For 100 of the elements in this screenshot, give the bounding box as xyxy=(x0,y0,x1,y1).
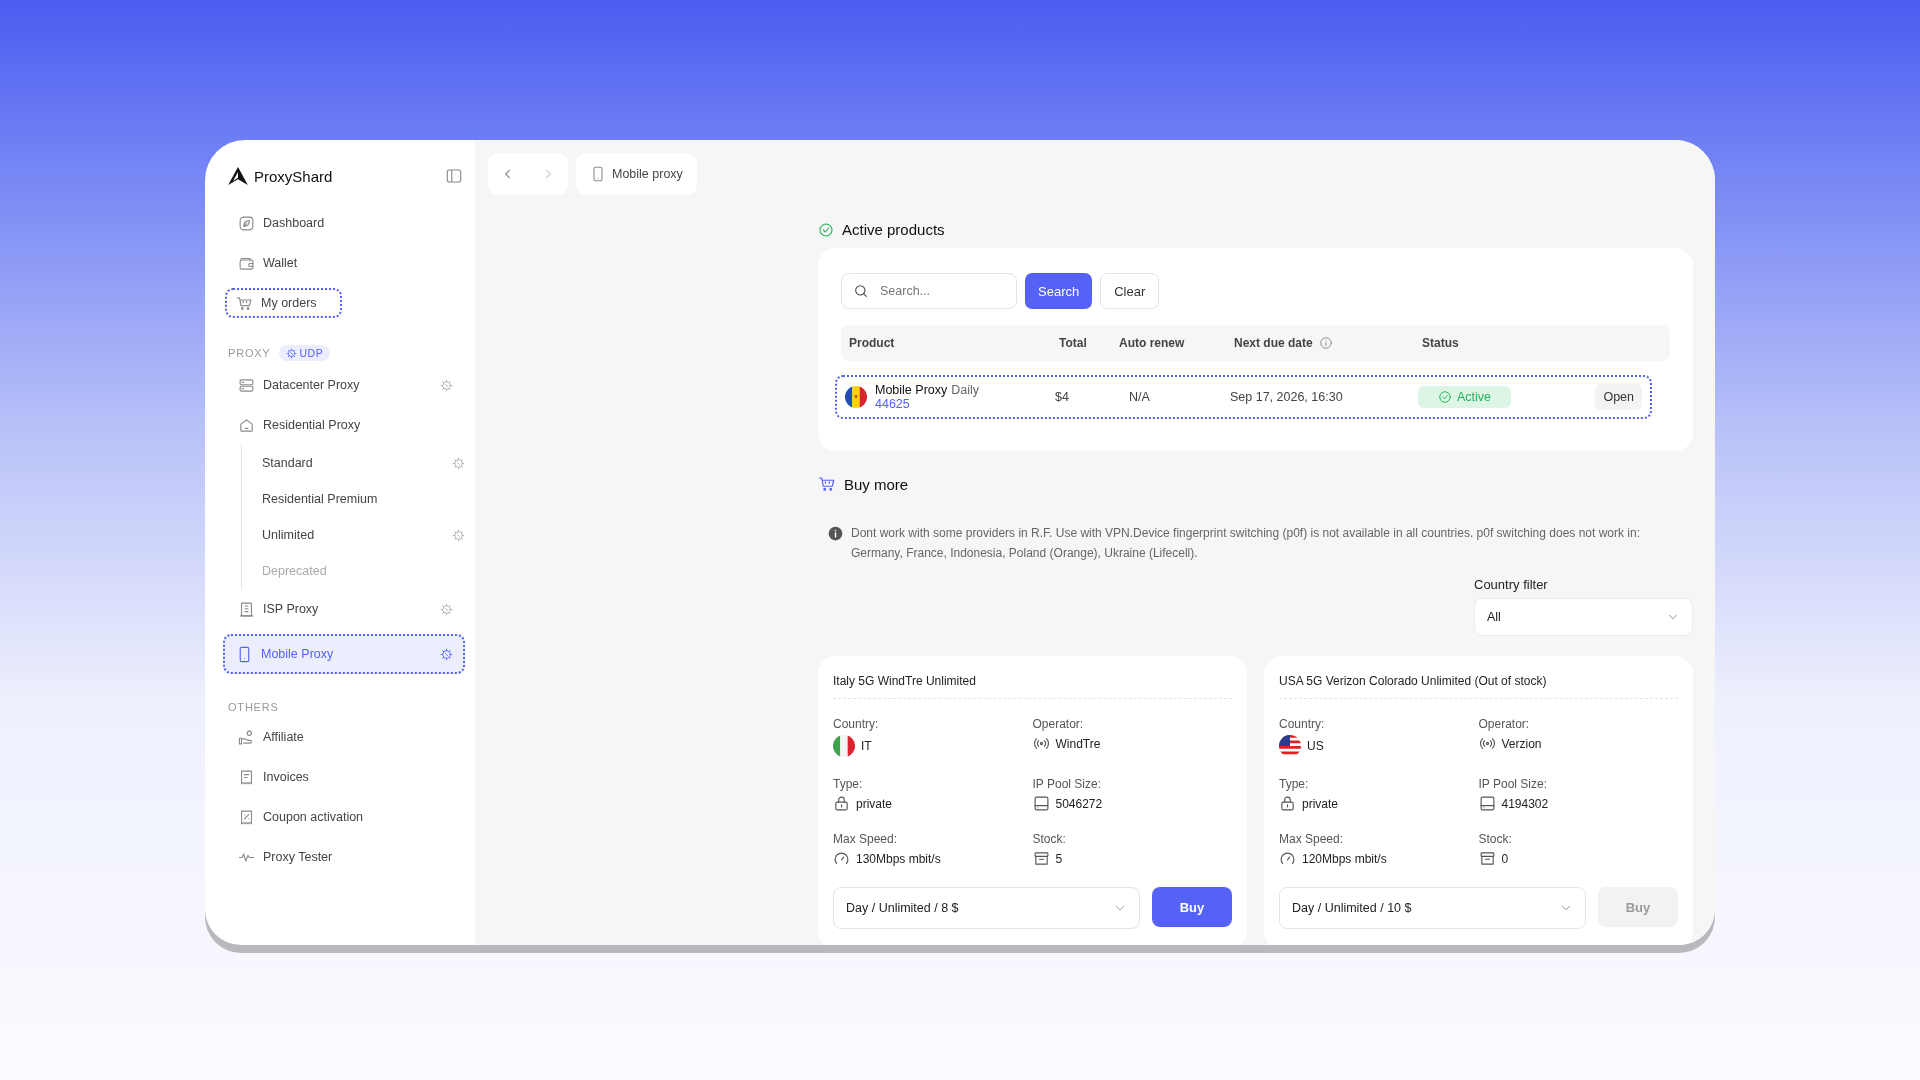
sidebar-item[interactable]: Dashboard xyxy=(230,208,465,238)
sidebar-item[interactable]: Datacenter Proxy xyxy=(230,370,465,400)
chip-icon xyxy=(285,347,297,359)
sidebar-item[interactable]: Wallet xyxy=(230,248,465,278)
lock-icon xyxy=(1279,795,1296,812)
field-value: 5 xyxy=(1055,851,1063,866)
sidebar-item[interactable]: Affiliate xyxy=(230,722,465,752)
sidebar-item[interactable]: Mobile Proxy xyxy=(223,634,465,674)
column-header: Auto renew xyxy=(1119,336,1185,350)
server-icon xyxy=(238,376,255,394)
field-label: Country: xyxy=(833,717,880,731)
field-value: 5046272 xyxy=(1055,796,1103,811)
chip-icon xyxy=(440,602,453,616)
phone-icon xyxy=(590,166,606,182)
sidebar-subitem[interactable]: Standard xyxy=(242,445,475,481)
house-icon xyxy=(238,416,255,434)
field-label: Stock: xyxy=(1032,832,1067,846)
field-value: private xyxy=(856,796,893,811)
section-title: OTHERS xyxy=(228,701,279,713)
offer-title: USA 5G Verizon Colorado Unlimited (Out of stock) xyxy=(1279,674,1678,699)
field-value: 130Mbps mbit/s xyxy=(856,851,941,866)
receipt-icon xyxy=(238,768,255,786)
search-field[interactable]: Search... xyxy=(841,273,1017,309)
box-icon xyxy=(1478,850,1496,867)
cart-icon xyxy=(236,294,253,312)
table-cell-text: N/A xyxy=(1128,390,1151,404)
drive-icon xyxy=(1478,795,1496,812)
sidebar-subitem[interactable]: Unlimited xyxy=(242,517,475,553)
field-label: Max Speed: xyxy=(1279,832,1345,846)
udp-badge: UDP xyxy=(278,345,331,361)
flag-icon xyxy=(833,735,855,757)
table-cell-text: $4 xyxy=(1055,390,1070,404)
field-value: 0 xyxy=(1501,851,1509,866)
sidebar-subitem[interactable]: Residential Premium xyxy=(242,481,475,517)
field-label: Operator: xyxy=(1032,717,1085,731)
chip-icon xyxy=(452,456,465,470)
column-header: Total xyxy=(1059,336,1087,350)
field-value: private xyxy=(1302,796,1339,811)
sidebar-item[interactable]: Residential Proxy xyxy=(230,410,465,440)
field-value: WindTre xyxy=(1055,736,1101,751)
field-value: Verzion xyxy=(1501,736,1542,751)
box-icon xyxy=(1032,850,1050,867)
offer-title: Italy 5G WindTre Unlimited xyxy=(833,674,1232,699)
chip-icon xyxy=(440,647,453,661)
chip-icon xyxy=(440,378,453,392)
country-select[interactable]: All xyxy=(1474,598,1693,636)
section-heading: Active products xyxy=(842,221,945,238)
field-value: IT xyxy=(861,739,872,753)
gauge-icon xyxy=(1279,850,1296,867)
field-value: 120Mbps mbit/s xyxy=(1302,851,1387,866)
gauge-icon xyxy=(833,850,850,867)
status-badge: Active xyxy=(1418,386,1512,408)
field-label: Max Speed: xyxy=(833,832,899,846)
coupon-icon xyxy=(238,808,255,826)
dashboard-icon xyxy=(238,214,255,232)
field-label: IP Pool Size: xyxy=(1478,777,1548,791)
breadcrumb[interactable]: Mobile proxy xyxy=(576,153,697,195)
cart-icon xyxy=(818,475,836,493)
signal-icon xyxy=(1478,735,1496,752)
field-label: Country: xyxy=(1279,717,1326,731)
section-heading: Buy more xyxy=(844,475,909,493)
product-row[interactable]: Mobile Proxy Daily 44625 $4 N/A Sep 17, 2026, 16:30 Active Open xyxy=(835,375,1652,419)
search-button[interactable]: Search xyxy=(1025,273,1093,309)
drive-icon xyxy=(1032,795,1050,812)
hand-coin-icon xyxy=(238,728,255,746)
sidebar-item[interactable]: Coupon activation xyxy=(230,802,465,832)
sidebar-item[interactable]: ISP Proxy xyxy=(230,594,465,624)
field-label: IP Pool Size: xyxy=(1032,777,1102,791)
notice-text: Dont work with some providers in R.F. Use with VPN.Device fingerprint switching (p0f) is not available in all countries. p0f switching does not work in: Germany, France, Indonesia, Poland (Orange), Ukraine (Lifecell). xyxy=(851,525,1641,562)
field-label: Operator: xyxy=(1478,717,1531,731)
lock-icon xyxy=(833,795,850,812)
clear-button[interactable]: Clear xyxy=(1100,273,1160,309)
sidebar-item[interactable]: My orders xyxy=(225,288,342,318)
chip-icon xyxy=(452,528,465,542)
sidebar-item[interactable]: Invoices xyxy=(230,762,465,792)
brand-name: ProxyShard xyxy=(254,167,333,185)
flag-icon xyxy=(1279,735,1301,757)
column-header: Product xyxy=(849,336,895,350)
buy-button[interactable]: Buy xyxy=(1152,887,1232,927)
table-cell-text: Sep 17, 2026, 16:30 xyxy=(1230,390,1344,404)
check-circle-icon xyxy=(1438,390,1452,404)
sidebar-item[interactable]: Proxy Tester xyxy=(230,842,465,872)
field-value: 4194302 xyxy=(1501,796,1549,811)
field-label: Type: xyxy=(833,777,864,791)
order-id-link[interactable]: 44625 xyxy=(875,397,980,411)
check-circle-icon xyxy=(818,221,834,238)
info-icon xyxy=(828,526,843,541)
search-icon xyxy=(853,283,869,299)
signal-icon xyxy=(1032,735,1050,752)
logo-icon xyxy=(228,167,248,185)
sidebar-toggle-icon[interactable] xyxy=(445,167,463,185)
product-name: Mobile Proxy xyxy=(875,383,948,397)
column-header: Status xyxy=(1422,336,1459,350)
field-label: Stock: xyxy=(1478,832,1513,846)
field-label: Type: xyxy=(1279,777,1310,791)
plan-select[interactable]: Day / Unlimited / 8 $ xyxy=(833,887,1140,929)
column-header: Next due date xyxy=(1234,336,1313,350)
section-title: PROXY xyxy=(228,347,271,359)
info-icon xyxy=(1318,336,1333,350)
open-button[interactable]: Open xyxy=(1595,384,1642,410)
